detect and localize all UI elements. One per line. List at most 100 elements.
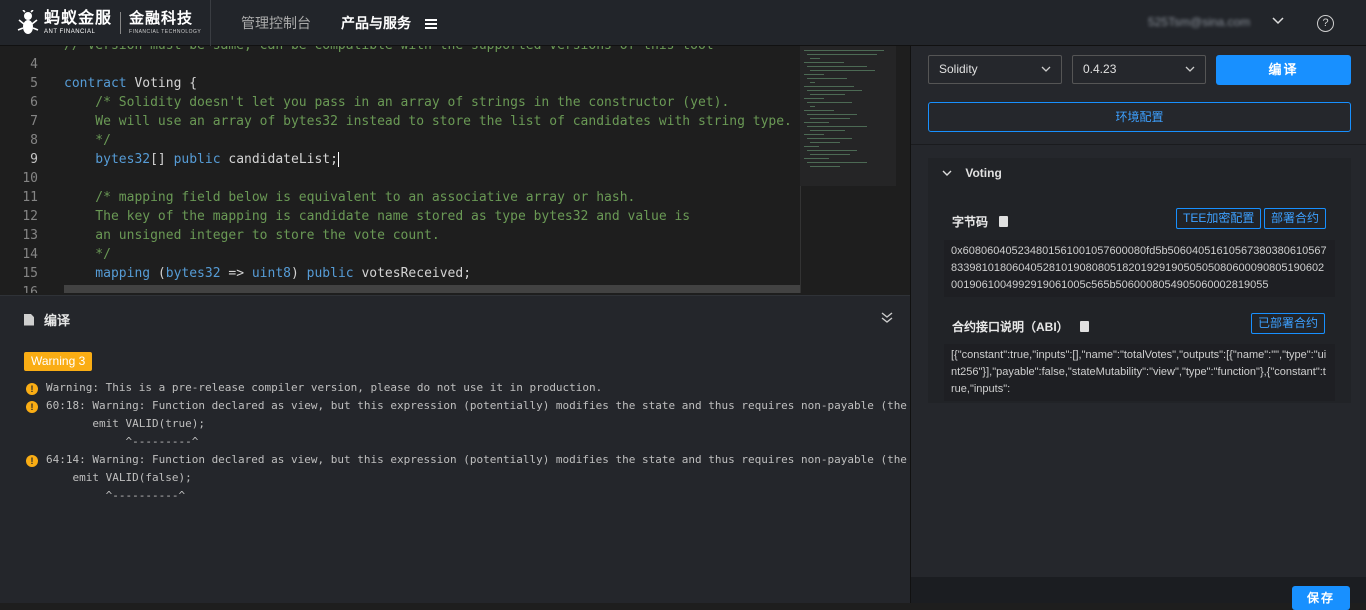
compile-title: 编译 xyxy=(44,313,71,328)
code-editor[interactable]: // Version must be same, can be compatib… xyxy=(0,46,800,293)
minimap[interactable] xyxy=(800,46,896,186)
minimap-line xyxy=(810,106,815,107)
panel-separator xyxy=(911,144,1366,145)
language-value: Solidity xyxy=(939,62,978,76)
minimap-line xyxy=(807,90,862,91)
compile-message: ^---------^ xyxy=(46,433,198,451)
version-select[interactable]: 0.4.23 xyxy=(1072,55,1206,84)
tee-config-button[interactable]: TEE加密配置 xyxy=(1176,208,1262,229)
minimap-line xyxy=(804,134,824,135)
code-token: uint8 xyxy=(251,266,291,281)
code-token: /* Solidity doesn't let you pass in an a… xyxy=(64,95,730,110)
bytecode-label: 字节码 xyxy=(952,215,989,229)
warning-icon: ! xyxy=(26,455,38,467)
code-line[interactable]: 8 */ xyxy=(0,131,800,150)
compile-header: 编译 xyxy=(24,310,70,329)
minimap-line xyxy=(810,58,820,59)
code-line[interactable]: 6 /* Solidity doesn't let you pass in an… xyxy=(0,93,800,112)
compile-message: emit VALID(true); xyxy=(46,415,205,433)
code-token: We will use an array of bytes32 instead … xyxy=(64,114,792,129)
compile-message-text: Warning: This is a pre-release compiler … xyxy=(46,381,603,394)
compile-button[interactable]: 编译 xyxy=(1216,55,1351,85)
chevron-down-icon[interactable] xyxy=(1272,14,1284,26)
nav-products[interactable]: 产品与服务 xyxy=(341,13,467,33)
minimap-line xyxy=(810,70,875,71)
compile-message: ! 64:14: Warning: Function declared as vi… xyxy=(26,451,907,469)
line-number: 12 xyxy=(22,209,38,224)
code-token: => xyxy=(220,266,252,281)
code-token: The key of the mapping is candidate name… xyxy=(64,209,691,224)
logo-subtitle: 金融科技 FINANCIAL TECHNOLOGY xyxy=(129,10,202,35)
code-token: [] xyxy=(150,152,174,167)
code-token: candidateList; xyxy=(220,152,338,167)
code-line[interactable]: 4 xyxy=(0,55,800,74)
line-number: 15 xyxy=(22,266,38,281)
compile-message: ! Warning: This is a pre-release compiler… xyxy=(26,379,602,397)
contract-header[interactable]: Voting xyxy=(942,166,1002,180)
warning-count-badge: Warning 3 xyxy=(24,352,93,371)
copy-icon[interactable] xyxy=(999,216,1009,227)
chevron-down-icon xyxy=(1185,66,1195,72)
minimap-line xyxy=(804,122,829,123)
minimap-line xyxy=(810,118,850,119)
line-number: 16 xyxy=(22,285,38,293)
save-button[interactable]: 保存 xyxy=(1292,586,1350,610)
deployed-contract-button[interactable]: 已部署合约 xyxy=(1251,313,1326,334)
code-line[interactable]: 11 /* mapping field below is equivalent … xyxy=(0,188,800,207)
line-number: 14 xyxy=(22,247,38,262)
minimap-line xyxy=(810,130,845,131)
code-line[interactable]: // Version must be same, can be compatib… xyxy=(0,46,800,55)
warning-icon: ! xyxy=(26,401,38,413)
compile-message: ! 60:18: Warning: Function declared as vi… xyxy=(26,397,907,415)
code-line[interactable]: 14 */ xyxy=(0,245,800,264)
compile-message-text: ^---------^ xyxy=(46,435,199,448)
logo-text: 蚂蚁金服 ANT FINANCIAL xyxy=(44,9,113,35)
minimap-line xyxy=(804,86,854,87)
minimap-line xyxy=(810,154,850,155)
minimap-line xyxy=(804,158,829,159)
code-token: mapping xyxy=(64,266,151,281)
code-token: public xyxy=(306,266,354,281)
code-line[interactable]: 7 We will use an array of bytes32 instea… xyxy=(0,112,800,131)
contract-name: Voting xyxy=(965,166,1002,180)
minimap-line xyxy=(810,94,845,95)
code-text: */ xyxy=(64,245,111,264)
code-line[interactable]: 9 bytes32[] public candidateList; xyxy=(0,150,800,169)
logo-name-cn: 蚂蚁金服 xyxy=(44,9,113,27)
code-text: bytes32[] public candidateList; xyxy=(64,150,339,169)
code-line[interactable]: 13 an unsigned integer to store the vote… xyxy=(0,226,800,245)
code-line[interactable]: 12 The key of the mapping is candidate n… xyxy=(0,207,800,226)
language-select[interactable]: Solidity xyxy=(928,55,1062,84)
compile-message-text: ^----------^ xyxy=(46,489,186,502)
copy-icon[interactable] xyxy=(1080,321,1090,332)
bytecode-label-wrap: 字节码 xyxy=(952,213,1009,230)
user-email[interactable]: 525Tsm@sina.com xyxy=(1148,15,1250,29)
code-line[interactable]: 15 mapping (bytes32 => uint8) public vot… xyxy=(0,264,800,283)
menu-icon[interactable] xyxy=(424,17,437,31)
minimap-line xyxy=(807,126,867,127)
logo-sub-en: FINANCIAL TECHNOLOGY xyxy=(129,28,202,35)
minimap-line xyxy=(804,74,824,75)
nav-console[interactable]: 管理控制台 xyxy=(211,13,341,33)
text-caret xyxy=(337,152,339,167)
code-text: contract Voting { xyxy=(64,74,197,93)
line-number: 7 xyxy=(30,114,38,129)
env-config-button[interactable]: 环境配置 xyxy=(928,102,1351,132)
horizontal-scrollbar[interactable] xyxy=(64,285,800,293)
code-token: contract xyxy=(64,76,127,91)
logo[interactable]: 蚂蚁金服 ANT FINANCIAL 金融科技 FINANCIAL TECHNO… xyxy=(0,8,210,36)
code-line[interactable]: 10 xyxy=(0,169,800,188)
help-icon[interactable]: ? xyxy=(1317,15,1334,32)
abi-value: [{"constant":true,"inputs":[],"name":"to… xyxy=(944,344,1335,401)
line-number: 4 xyxy=(30,57,38,72)
minimap-line xyxy=(807,66,867,67)
code-token: bytes32 xyxy=(64,152,151,167)
collapse-icon[interactable] xyxy=(880,310,894,324)
minimap-line xyxy=(804,98,824,99)
code-line[interactable]: 5 contract Voting { xyxy=(0,74,800,93)
line-number: 5 xyxy=(30,76,38,91)
minimap-line xyxy=(810,142,840,143)
editor-scrollbar[interactable] xyxy=(896,46,910,293)
contract-card: Voting 字节码 TEE加密配置 部署合约 0x60806040523480… xyxy=(928,158,1351,403)
deploy-contract-button[interactable]: 部署合约 xyxy=(1264,208,1327,229)
